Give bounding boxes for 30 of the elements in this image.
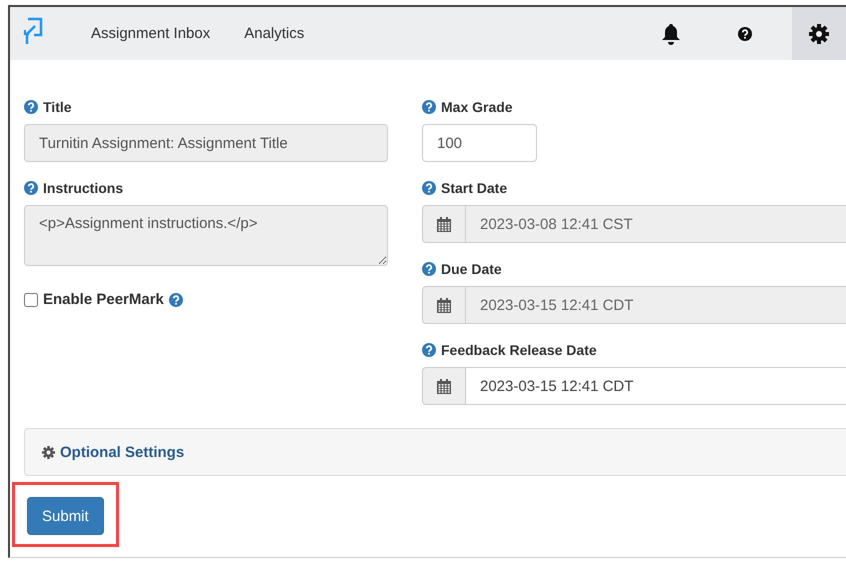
help-icon [24, 100, 38, 114]
date-field[interactable]: 2023-03-15 12:41 CDT [466, 367, 846, 405]
field-label: Instructions [24, 179, 388, 197]
settings-icon [809, 24, 829, 44]
help-icon [24, 181, 38, 195]
help-icon [422, 181, 436, 195]
settings-icon [42, 446, 55, 458]
bell-icon [661, 22, 681, 44]
optional-settings-panel[interactable]: Optional Settings [24, 428, 846, 476]
calendar-icon [437, 298, 451, 312]
nav-link[interactable]: Analytics [227, 7, 322, 60]
field-label: Title [24, 98, 388, 116]
text-field[interactable]: 100 [422, 124, 537, 162]
help-icon [422, 343, 436, 357]
help-icon [422, 100, 436, 114]
field-label: Start Date [422, 179, 846, 197]
field-label: Feedback Release Date [422, 341, 846, 359]
checkbox-label: Enable PeerMark [43, 291, 164, 308]
submit-button[interactable]: Submit [27, 497, 104, 535]
calendar-icon [437, 378, 451, 394]
help-icon [422, 262, 436, 276]
help-icon [738, 26, 752, 40]
field-label: Max Grade [422, 98, 846, 116]
nav-icon-button[interactable] [792, 7, 846, 60]
logo-icon [22, 17, 44, 47]
nav-link[interactable]: Assignment Inbox [74, 7, 228, 60]
checkbox[interactable] [24, 292, 38, 306]
help-icon [168, 292, 183, 306]
calendar-icon [437, 216, 451, 232]
field-label: Due Date [422, 260, 846, 278]
